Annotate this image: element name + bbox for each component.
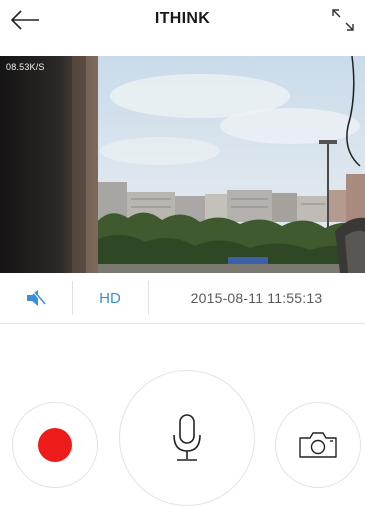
action-panel (0, 324, 365, 506)
timestamp-cell: 2015-08-11 11:55:13 (148, 273, 365, 323)
app-header: ITHINK (0, 0, 365, 45)
speaker-mute-icon (27, 290, 46, 306)
talk-button[interactable] (119, 370, 255, 506)
hd-toggle[interactable]: HD (72, 273, 148, 323)
snapshot-button[interactable] (275, 402, 361, 488)
bitrate-readout: 08.53K/S (6, 62, 45, 72)
page-title: ITHINK (154, 10, 211, 27)
expand-diagonal-icon (332, 9, 354, 31)
hd-label: HD (99, 289, 121, 307)
record-dot-icon (38, 428, 72, 462)
record-button[interactable] (12, 402, 98, 488)
video-timestamp: 2015-08-11 11:55:13 (190, 290, 323, 306)
microphone-icon (173, 414, 201, 461)
mute-button[interactable] (0, 273, 72, 323)
camera-live-view[interactable]: 08.53K/S (0, 56, 365, 273)
fullscreen-button[interactable] (329, 6, 357, 34)
camera-icon (299, 432, 337, 458)
video-control-bar: HD 2015-08-11 11:55:13 (0, 273, 365, 324)
camera-scene-image (0, 56, 365, 273)
